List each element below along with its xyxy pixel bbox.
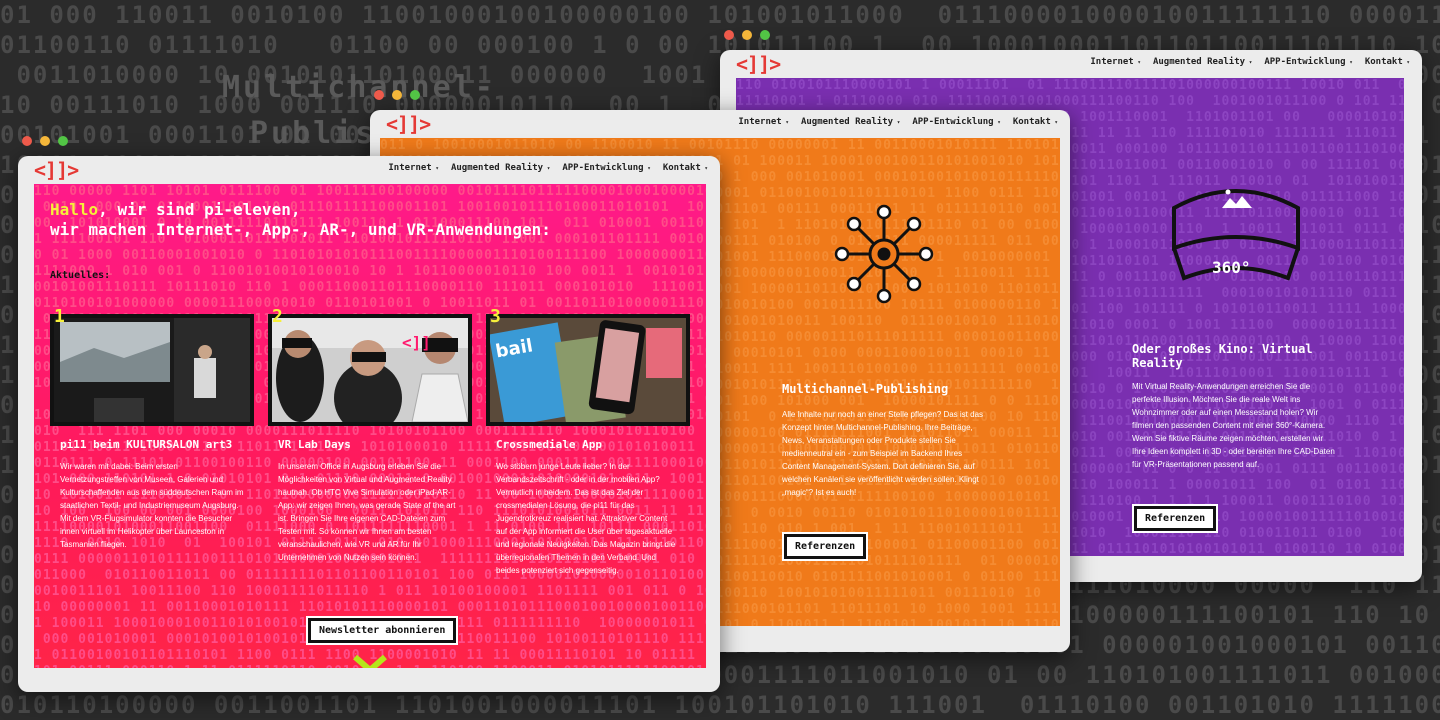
nav-item-internet[interactable]: Internet [1090,57,1141,67]
maximize-dot-icon[interactable] [410,90,420,100]
nav-item-kontakt[interactable]: Kontakt [663,163,708,173]
network-hub-icon [834,204,934,304]
close-dot-icon[interactable] [724,30,734,40]
card-3-title[interactable]: Crossmediale App [496,438,602,451]
chevron-down-icon[interactable] [352,654,388,668]
main-nav: Internet Augmented Reality APP-Entwicklu… [738,117,1058,127]
nav-item-augmented-reality[interactable]: Augmented Reality [1153,57,1252,67]
card-1-number: 1 [54,306,65,327]
nav-item-app-entwicklung[interactable]: APP-Entwicklung [912,117,1001,127]
pi11-logo[interactable]: <]]> [34,158,79,182]
card-2-text: In unserem Office in Augsburg erleben Si… [278,462,456,562]
nav-item-internet[interactable]: Internet [738,117,789,127]
hero-line-2: wir machen Internet-, App-, AR-, und VR-… [50,220,551,239]
main-nav: Internet Augmented Reality APP-Entwicklu… [388,163,708,173]
minimize-dot-icon[interactable] [392,90,402,100]
vr-title: Oder großes Kino: Virtual Reality [1132,342,1313,370]
card-3-number: 3 [490,306,501,327]
pi11-logo[interactable]: <]]> [386,112,431,136]
nav-item-app-entwicklung[interactable]: APP-Entwicklung [562,163,651,173]
card-3-text: Wo stöbern junge Leute lieber? In der Ve… [496,462,676,575]
minimize-dot-icon[interactable] [40,136,50,146]
card-2-number: 2 [272,306,283,327]
background-label-1: Multichannel- [222,70,496,105]
pi11-logo[interactable]: <]]> [736,52,781,76]
card-1-title[interactable]: pi11 beim KULTURSALON art3 [60,438,232,451]
hero-line-1: , wir sind pi-eleven, [98,200,301,219]
nav-item-kontakt[interactable]: Kontakt [1365,57,1410,67]
card-3-image[interactable]: bail [486,314,690,426]
card-2-title[interactable]: VR Lab Days [278,438,351,451]
window-controls [724,30,770,40]
hero-highlight: Hallo [50,200,99,219]
nav-item-augmented-reality[interactable]: Augmented Reality [801,117,900,127]
vr-referenzen-button[interactable]: Referenzen [1134,506,1217,531]
svg-text:<]]: <]] [402,333,431,352]
maximize-dot-icon[interactable] [760,30,770,40]
home-screen: 110 00000 1101 10101 0111100 01 10011110… [34,184,706,668]
close-dot-icon[interactable] [22,136,32,146]
browser-window-home: <]]> Internet Augmented Reality APP-Entw… [18,136,720,692]
window-controls [374,90,420,100]
multichannel-title: Multichannel-Publishing [782,382,949,396]
multichannel-text: Alle Inhalte nur noch an einer Stelle pf… [782,410,984,497]
multichannel-referenzen-button[interactable]: Referenzen [784,534,867,559]
card-2-image[interactable]: <]] [268,314,472,426]
nav-item-internet[interactable]: Internet [388,163,439,173]
vr-text: Mit Virtual Reality-Anwendungen erreiche… [1132,382,1335,469]
newsletter-button[interactable]: Newsletter abonnieren [308,618,457,643]
maximize-dot-icon[interactable] [58,136,68,146]
card-1-text: Wir waren mit dabei: Beim ersten Vernetz… [60,462,244,549]
background-label-2: Publis [250,116,377,151]
minimize-dot-icon[interactable] [742,30,752,40]
hero-heading: Hallo, wir sind pi-eleven, wir machen In… [50,200,551,240]
card-1-image[interactable] [50,314,254,426]
nav-item-augmented-reality[interactable]: Augmented Reality [451,163,550,173]
main-nav: Internet Augmented Reality APP-Entwicklu… [1090,57,1410,67]
close-dot-icon[interactable] [374,90,384,100]
window-controls [22,136,68,146]
news-heading: Aktuelles: [50,270,111,281]
nav-item-kontakt[interactable]: Kontakt [1013,117,1058,127]
vr-360-label: 360° [1212,258,1251,277]
nav-item-app-entwicklung[interactable]: APP-Entwicklung [1264,57,1353,67]
